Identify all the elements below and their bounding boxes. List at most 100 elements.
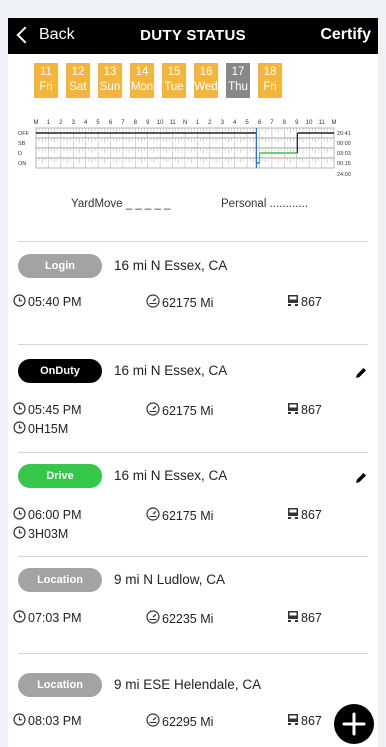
event-odometer: 62235 Mi [146, 610, 213, 627]
odometer-icon [146, 610, 160, 627]
time-value: 05:45 PM [28, 403, 82, 417]
hour-tick-label: 10 [306, 120, 313, 126]
day-tab[interactable]: 11 Fri [34, 63, 58, 98]
clock-icon [13, 294, 26, 310]
truck-icon [287, 610, 299, 626]
edit-icon[interactable] [354, 366, 368, 380]
day-number: 17 [231, 66, 245, 78]
odometer-value: 62175 Mi [162, 403, 214, 418]
day-number: 15 [167, 66, 181, 78]
odometer-value: 62175 Mi [162, 508, 214, 523]
event-odometer: 62175 Mi [146, 507, 213, 524]
divider [18, 653, 368, 654]
event-time: 08:03 PM [13, 713, 82, 729]
odometer-icon [146, 713, 160, 730]
event-odometer: 62175 Mi [146, 294, 213, 311]
truck-icon [287, 402, 299, 418]
hour-tick-label: 1 [47, 120, 51, 126]
day-name: Wed [194, 81, 218, 93]
event-time: 05:40 PM [13, 294, 82, 310]
day-tab[interactable]: 14 Mon [130, 63, 154, 98]
truck-icon [287, 713, 299, 729]
vehicle-value: 867 [301, 611, 322, 625]
time-value: 06:00 PM [28, 508, 82, 522]
event-odometer: 62295 Mi [146, 713, 213, 730]
vehicle-value: 867 [301, 714, 322, 728]
time-value: 07:03 PM [28, 611, 82, 625]
edit-icon[interactable] [354, 471, 368, 485]
hour-tick-label: M [332, 120, 337, 126]
row-label: SB [18, 141, 26, 147]
day-number: 14 [135, 66, 149, 78]
row-total: 03:03 [337, 151, 351, 157]
event-vehicle: 867 [287, 294, 322, 310]
row-total: 00:00 [337, 141, 351, 147]
hour-tick-label: 8 [134, 120, 138, 126]
vehicle-value: 867 [301, 508, 322, 522]
hour-tick-label: 2 [59, 120, 63, 126]
hour-tick-label: 9 [295, 120, 299, 126]
day-tab[interactable]: 18 Fri [258, 63, 282, 98]
add-event-button[interactable] [334, 704, 374, 744]
day-name: Fri [263, 81, 277, 93]
day-name: Sun [99, 81, 121, 93]
event-duration: 0H15M [13, 421, 68, 437]
status-badge: Location [18, 673, 102, 697]
event-duration: 3H03M [13, 526, 68, 542]
day-number: 18 [263, 66, 277, 78]
day-name: Thu [228, 81, 248, 93]
clock-icon [13, 713, 26, 729]
row-total: 00:15 [337, 161, 351, 167]
event-vehicle: 867 [287, 713, 322, 729]
hour-tick-label: 7 [270, 120, 274, 126]
status-badge: Drive [18, 464, 102, 488]
hour-tick-label: 4 [233, 120, 237, 126]
certify-button[interactable]: Certify [320, 26, 371, 44]
event-location: 16 mi N Essex, CA [114, 468, 228, 483]
hour-tick-label: 3 [221, 120, 225, 126]
vehicle-value: 867 [301, 295, 322, 309]
time-value: 05:40 PM [28, 295, 82, 309]
day-tab[interactable]: 15 Tue [162, 63, 186, 98]
day-tab-selected[interactable]: 17 Thu [226, 63, 250, 98]
app-screen: Back DUTY STATUS Certify 11 Fri 12 Sat 13 S… [8, 18, 378, 747]
event-vehicle: 867 [287, 402, 322, 418]
day-tab[interactable]: 13 Sun [98, 63, 122, 98]
duration-value: 3H03M [28, 527, 69, 541]
day-name: Sat [69, 81, 87, 93]
event-vehicle: 867 [287, 507, 322, 523]
divider [18, 452, 368, 453]
day-tab[interactable]: 16 Wed [194, 63, 218, 98]
hour-tick-label: M [34, 120, 39, 126]
event-location: 16 mi N Essex, CA [114, 363, 228, 378]
divider [18, 241, 368, 242]
hour-tick-label: 11 [318, 120, 325, 126]
duty-log-graph: M 1 2 3 4 5 6 7 8 9 10 11 N 1 2 3 4 5 6 7 8 9 10 11 M OFF 20:41 SB 0… [18, 120, 351, 178]
day-tab[interactable]: 12 Sat [66, 63, 90, 98]
day-number: 13 [103, 66, 117, 78]
status-badge: OnDuty [18, 359, 102, 383]
truck-icon [287, 294, 299, 310]
clock-icon [13, 402, 26, 418]
event-vehicle: 867 [287, 610, 322, 626]
event-location: 9 mi ESE Helendale, CA [114, 677, 262, 692]
odometer-value: 62235 Mi [162, 611, 214, 626]
event-location: 16 mi N Essex, CA [114, 258, 228, 273]
odometer-value: 62295 Mi [162, 714, 214, 729]
row-label: D [18, 151, 22, 157]
day-number: 16 [199, 66, 213, 78]
hour-tick-label: 8 [283, 120, 287, 126]
row-total: 20:41 [337, 131, 351, 137]
hour-tick-label: 10 [157, 120, 164, 126]
hour-tick-label: 6 [109, 120, 113, 126]
event-odometer: 62175 Mi [146, 402, 213, 419]
navigation-bar: Back DUTY STATUS Certify [8, 18, 378, 54]
personal-conveyance-legend: Personal ............ [221, 198, 308, 210]
clock-icon [13, 421, 26, 437]
yard-move-legend: YardMove _ _ _ _ _ [71, 198, 171, 210]
day-selector: 11 Fri 12 Sat 13 Sun 14 Mon 15 Tue 16 Wed 17 Th… [34, 63, 290, 98]
hour-tick-label: 9 [146, 120, 150, 126]
day-number: 12 [71, 66, 85, 78]
hour-tick-label: 5 [245, 120, 249, 126]
event-time: 05:45 PM [13, 402, 82, 418]
